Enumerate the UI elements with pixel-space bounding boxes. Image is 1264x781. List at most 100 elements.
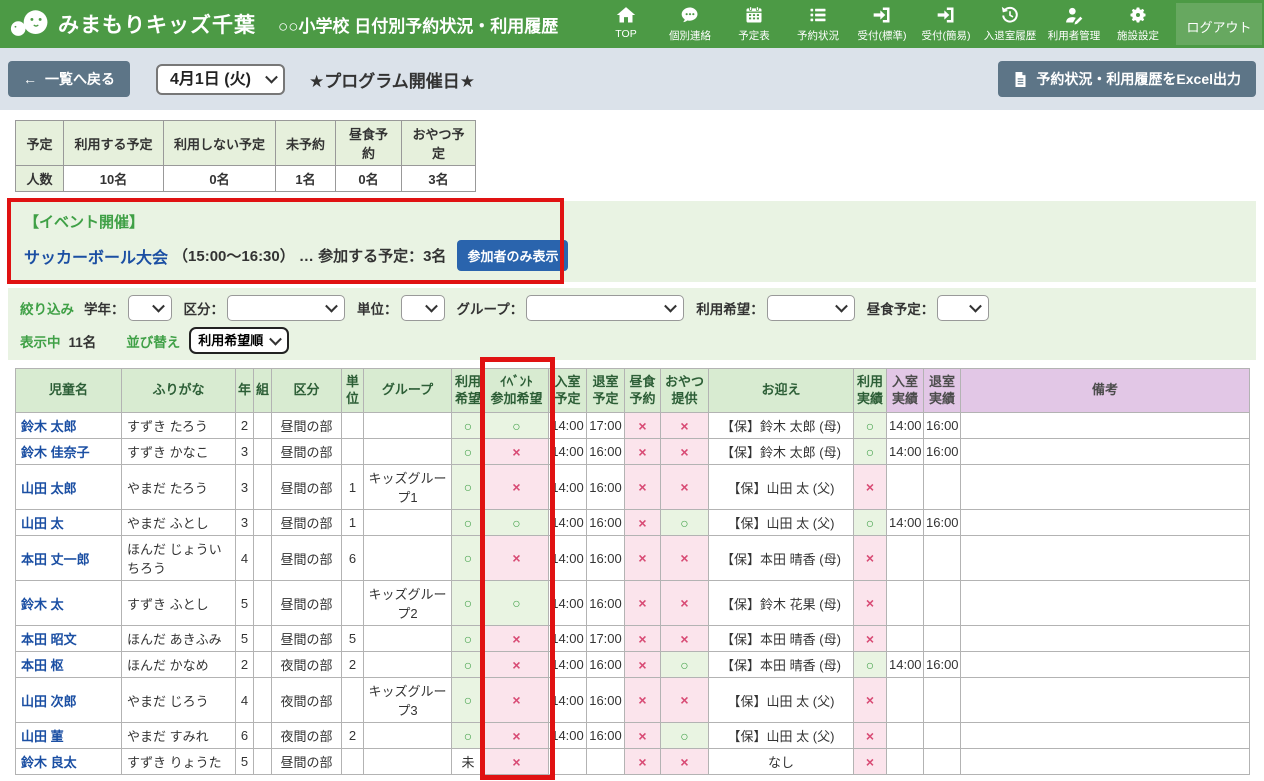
history-icon — [1000, 5, 1020, 25]
cell-note — [961, 413, 1250, 439]
nav-item-0[interactable]: TOP — [594, 0, 658, 48]
nav-item-7[interactable]: 利用者管理 — [1042, 0, 1106, 48]
excel-export-button[interactable]: 予約状況・利用履歴をExcel出力 — [998, 61, 1256, 97]
event-name-link[interactable]: サッカーボール大会 — [24, 244, 168, 268]
cell-name[interactable]: 鈴木 太 — [16, 581, 122, 626]
cell-snack: ○ — [661, 652, 709, 678]
cell-name[interactable]: 鈴木 佳奈子 — [16, 439, 122, 465]
page: みまもりキッズ千葉 ○○小学校 日付別予約状況・利用履歴 TOP個別連絡予定表予… — [0, 0, 1264, 781]
cell-lunch: × — [625, 626, 661, 652]
cell-note — [961, 749, 1250, 775]
cell-pickup: 【保】本田 晴香 (母) — [709, 626, 854, 652]
gear-icon — [1128, 5, 1148, 25]
nav-item-2[interactable]: 予定表 — [722, 0, 786, 48]
cell-cls — [254, 749, 272, 775]
table-row: 鈴木 佳奈子すずき かなこ3昼間の部○×14:0016:00××【保】鈴木 太郎… — [16, 439, 1250, 465]
show-participants-button[interactable]: 参加者のみ表示 — [457, 240, 568, 271]
table-row: 本田 丈一郎ほんだ じょういちろう4昼間の部6○×14:0016:00××【保】… — [16, 536, 1250, 581]
login-standard-icon — [872, 5, 892, 25]
filter-select-wrap — [128, 295, 172, 321]
cell-out_plan: 17:00 — [587, 626, 625, 652]
filter-select-5[interactable] — [937, 295, 989, 321]
cell-name[interactable]: 山田 次郎 — [16, 678, 122, 723]
col-header-kana: ふりがな — [122, 369, 236, 413]
cell-in_act — [887, 749, 924, 775]
cell-group — [364, 413, 452, 439]
cell-out_plan: 16:00 — [587, 465, 625, 510]
filter-select-3[interactable] — [526, 295, 684, 321]
filter-select-4[interactable] — [767, 295, 855, 321]
cell-year: 2 — [236, 652, 254, 678]
sort-select[interactable]: 利用希望順 — [189, 327, 289, 354]
cell-in_plan: 14:00 — [549, 652, 587, 678]
filter-select-0[interactable] — [128, 295, 172, 321]
cell-name[interactable]: 本田 丈一郎 — [16, 536, 122, 581]
cell-year: 2 — [236, 413, 254, 439]
sort-select-wrap: 利用希望順 — [189, 327, 289, 354]
cell-kana: やまだ たろう — [122, 465, 236, 510]
filter-title: 絞り込み — [20, 298, 74, 318]
cell-kubun: 昼間の部 — [272, 536, 342, 581]
summary-header-cell: 利用する予定 — [64, 121, 164, 166]
cell-name[interactable]: 鈴木 太郎 — [16, 413, 122, 439]
cell-cls — [254, 581, 272, 626]
nav-item-6[interactable]: 入退室履歴 — [978, 0, 1042, 48]
cell-kana: ほんだ かなめ — [122, 652, 236, 678]
cell-out_act — [924, 536, 961, 581]
calendar-icon — [744, 5, 764, 25]
table-row: 本田 枢ほんだ かなめ2夜間の部2○×14:0016:00×○【保】本田 晴香 … — [16, 652, 1250, 678]
cell-snack: × — [661, 536, 709, 581]
cell-result: × — [854, 626, 887, 652]
cell-snack: × — [661, 626, 709, 652]
nav-item-3[interactable]: 予約状況 — [786, 0, 850, 48]
back-button[interactable]: ← 一覧へ戻る — [8, 61, 130, 97]
cell-event: × — [485, 536, 549, 581]
cell-name[interactable]: 本田 昭文 — [16, 626, 122, 652]
cell-wish: ○ — [452, 465, 485, 510]
nav-item-1[interactable]: 個別連絡 — [658, 0, 722, 48]
summary-value-cell: 0名 — [336, 166, 402, 192]
cell-name[interactable]: 本田 枢 — [16, 652, 122, 678]
nav-item-label: 予定表 — [738, 28, 770, 43]
col-header-name: 児童名 — [16, 369, 122, 413]
cell-year: 6 — [236, 723, 254, 749]
cell-unit: 5 — [342, 626, 364, 652]
col-header-snack: おやつ 提供 — [661, 369, 709, 413]
cell-name[interactable]: 鈴木 良太 — [16, 749, 122, 775]
col-header-event: ｲﾍﾞﾝﾄ 参加希望 — [485, 369, 549, 413]
cell-group — [364, 439, 452, 465]
nav-item-8[interactable]: 施設設定 — [1106, 0, 1170, 48]
cell-in_act — [887, 465, 924, 510]
cell-pickup: 【保】山田 太 (父) — [709, 510, 854, 536]
cell-name[interactable]: 山田 太郎 — [16, 465, 122, 510]
nav-item-label: 入退室履歴 — [984, 28, 1037, 43]
nav-item-4[interactable]: 受付(標準) — [850, 0, 914, 48]
sort-row: 表示中 11名 並び替え 利用希望順 — [20, 327, 1244, 354]
summary-header-cell: 利用しない予定 — [164, 121, 276, 166]
filter-select-1[interactable] — [227, 295, 345, 321]
cell-in_act — [887, 626, 924, 652]
showing-count: 11名 — [69, 331, 97, 351]
nav-item-5[interactable]: 受付(簡易) — [914, 0, 978, 48]
cell-out_plan: 16:00 — [587, 536, 625, 581]
cell-result: ○ — [854, 510, 887, 536]
cell-name[interactable]: 山田 菫 — [16, 723, 122, 749]
filter-select-wrap — [401, 295, 445, 321]
filter-select-2[interactable] — [401, 295, 445, 321]
cell-lunch: × — [625, 652, 661, 678]
cell-in_plan: 14:00 — [549, 465, 587, 510]
app-logo[interactable]: みまもりキッズ千葉 — [10, 8, 256, 40]
logout-button[interactable]: ログアウト — [1176, 3, 1262, 45]
nav-item-label: 個別連絡 — [669, 28, 711, 43]
cell-in_act: 14:00 — [887, 510, 924, 536]
cell-name[interactable]: 山田 太 — [16, 510, 122, 536]
cell-kana: すずき かなこ — [122, 439, 236, 465]
cell-cls — [254, 510, 272, 536]
cell-kubun: 夜間の部 — [272, 652, 342, 678]
date-select[interactable]: 4月1日 (火) — [156, 64, 285, 95]
summary-header-cell: 未予約 — [276, 121, 336, 166]
cell-in_act — [887, 678, 924, 723]
cell-result: × — [854, 723, 887, 749]
cell-lunch: × — [625, 723, 661, 749]
cell-year: 3 — [236, 510, 254, 536]
